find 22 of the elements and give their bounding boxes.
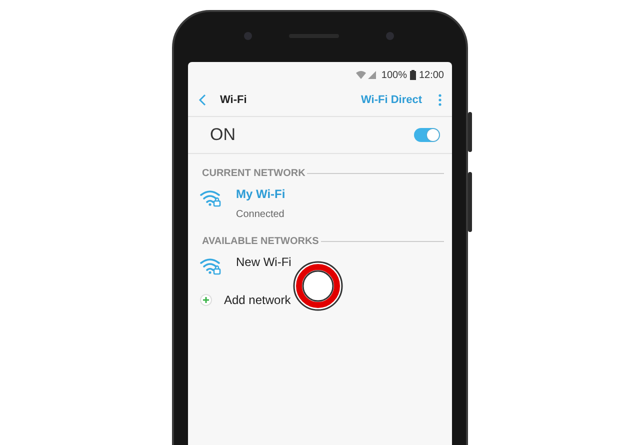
power-key[interactable] (468, 172, 472, 232)
plus-icon (200, 294, 212, 306)
back-icon[interactable] (198, 94, 208, 106)
wifi-lock-icon (200, 189, 222, 207)
switch-label: ON (210, 125, 236, 145)
battery-percent: 100% (381, 70, 407, 80)
wifi-toggle[interactable] (414, 128, 440, 142)
section-heading: CURRENT NETWORK (202, 168, 306, 179)
wifi-lock-icon (200, 257, 222, 275)
tap-indicator-drawing (292, 260, 344, 312)
network-name[interactable]: New Wi-Fi (236, 255, 292, 269)
screen-title: Wi-Fi (220, 94, 248, 106)
camera-icon (244, 32, 252, 40)
more-options-icon[interactable] (438, 94, 442, 106)
signal-icon (356, 70, 378, 80)
add-network-item[interactable]: Add network (224, 293, 291, 307)
network-status: Connected (236, 209, 286, 220)
camera-icon (386, 32, 394, 40)
clock: 12:00 (418, 70, 444, 80)
battery-icon (410, 70, 416, 80)
section-heading: AVAILABLE NETWORKS (202, 236, 319, 247)
volume-key[interactable] (468, 112, 472, 152)
